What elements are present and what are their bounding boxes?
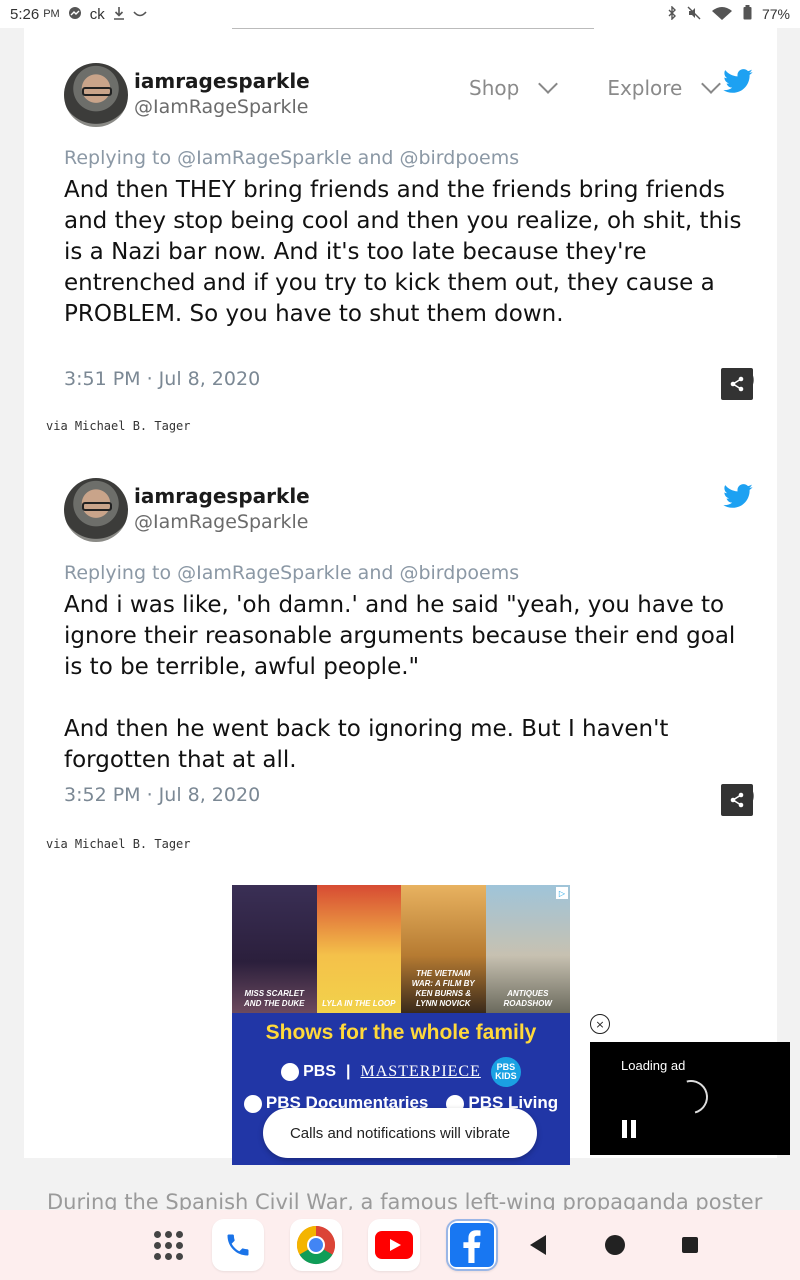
embedded-tweet[interactable]: iamragesparkle @IamRageSparkle Replying … [64, 63, 754, 403]
twitter-bird-icon[interactable] [722, 68, 754, 96]
facebook-icon[interactable] [446, 1219, 498, 1271]
pbs-head-icon [243, 1094, 262, 1113]
masterpiece-logo: MASTERPIECE [360, 1063, 481, 1080]
tweet-reply-context[interactable]: Replying to @IamRageSparkle and @birdpoe… [64, 562, 519, 584]
tweet-text: And i was like, 'oh damn.' and he said "… [64, 592, 736, 773]
ad-logo-row: PBS | MASTERPIECE PBS KIDS [232, 1057, 570, 1087]
clock-ampm: PM [43, 8, 60, 20]
bluetooth-icon [667, 4, 677, 23]
loading-spinner-icon [667, 1073, 715, 1121]
avatar[interactable] [64, 63, 128, 127]
share-button[interactable] [721, 784, 753, 816]
video-ad-status: Loading ad [621, 1058, 686, 1073]
share-icon [730, 792, 744, 808]
tweet-timestamp[interactable]: 3:52 PM · Jul 8, 2020 [64, 784, 260, 806]
wifi-icon [711, 6, 733, 23]
chrome-icon[interactable] [290, 1219, 342, 1271]
clock: 5:26 [10, 5, 40, 23]
share-button[interactable] [721, 368, 753, 400]
pbs-head-icon [281, 1062, 300, 1081]
ad-panel-caption: THE VIETNAM WAR: A FILM BY KEN BURNS & L… [411, 969, 475, 1008]
tweet-author-handle[interactable]: @IamRageSparkle [134, 96, 308, 118]
smile-notification-icon [133, 6, 147, 22]
ad-show-strip: MISS SCARLET AND THE DUKE LYLA IN THE LO… [232, 885, 570, 1013]
tweet-timestamp[interactable]: 3:51 PM · Jul 8, 2020 [64, 368, 260, 390]
ad-panel: LYLA IN THE LOOP [316, 885, 401, 1013]
battery-percent: 77% [761, 6, 790, 22]
carrier-label: ck [89, 5, 105, 23]
phone-icon[interactable] [212, 1219, 264, 1271]
twitter-bird-icon[interactable] [722, 483, 754, 511]
tweet-credit: via Michael B. Tager [46, 837, 191, 851]
avatar[interactable] [64, 478, 128, 542]
embedded-tweet[interactable]: iamragesparkle @IamRageSparkle Replying … [64, 478, 754, 818]
tweet-reply-context[interactable]: Replying to @IamRageSparkle and @birdpoe… [64, 147, 519, 169]
youtube-icon[interactable] [368, 1219, 420, 1271]
status-bar: 5:26 PM ck 77% [0, 0, 800, 28]
ad-panel-caption: ANTIQUES ROADSHOW [503, 989, 552, 1008]
messenger-icon [68, 6, 82, 23]
header-divider [232, 28, 594, 29]
ad-panel: ANTIQUES ROADSHOW [485, 885, 570, 1013]
video-ad-player[interactable]: Loading ad [590, 1042, 790, 1155]
tweet-author-name[interactable]: iamragesparkle [134, 69, 310, 93]
share-icon [730, 376, 744, 392]
app-drawer-icon[interactable] [150, 1224, 186, 1266]
back-icon[interactable] [528, 1235, 548, 1255]
ad-panel: THE VIETNAM WAR: A FILM BY KEN BURNS & L… [401, 885, 486, 1013]
pbs-logo: PBS [281, 1062, 337, 1081]
pbs-kids-logo: PBS KIDS [490, 1057, 521, 1087]
battery-icon [743, 5, 752, 23]
ad-panel: MISS SCARLET AND THE DUKE [232, 885, 317, 1013]
ad-panel-caption: MISS SCARLET AND THE DUKE [244, 989, 305, 1008]
close-ad-button[interactable]: × [590, 1014, 610, 1034]
taskbar [0, 1210, 800, 1280]
adchoices-icon[interactable]: ▷ [556, 887, 568, 899]
download-icon [113, 6, 125, 23]
tweet-text: And then THEY bring friends and the frie… [64, 177, 742, 327]
home-icon[interactable] [605, 1235, 625, 1255]
tweet-author-name[interactable]: iamragesparkle [134, 484, 310, 508]
recents-icon[interactable] [682, 1237, 698, 1253]
tweet-credit: via Michael B. Tager [46, 419, 191, 433]
ad-headline: Shows for the whole family [265, 1021, 537, 1044]
pbs-logo-text: PBS [303, 1063, 337, 1081]
tweet-author-handle[interactable]: @IamRageSparkle [134, 511, 308, 533]
mute-icon [687, 6, 701, 23]
ad-panel-caption: LYLA IN THE LOOP [322, 999, 396, 1008]
toast-message: Calls and notifications will vibrate [263, 1108, 537, 1158]
pause-button[interactable] [622, 1120, 636, 1138]
